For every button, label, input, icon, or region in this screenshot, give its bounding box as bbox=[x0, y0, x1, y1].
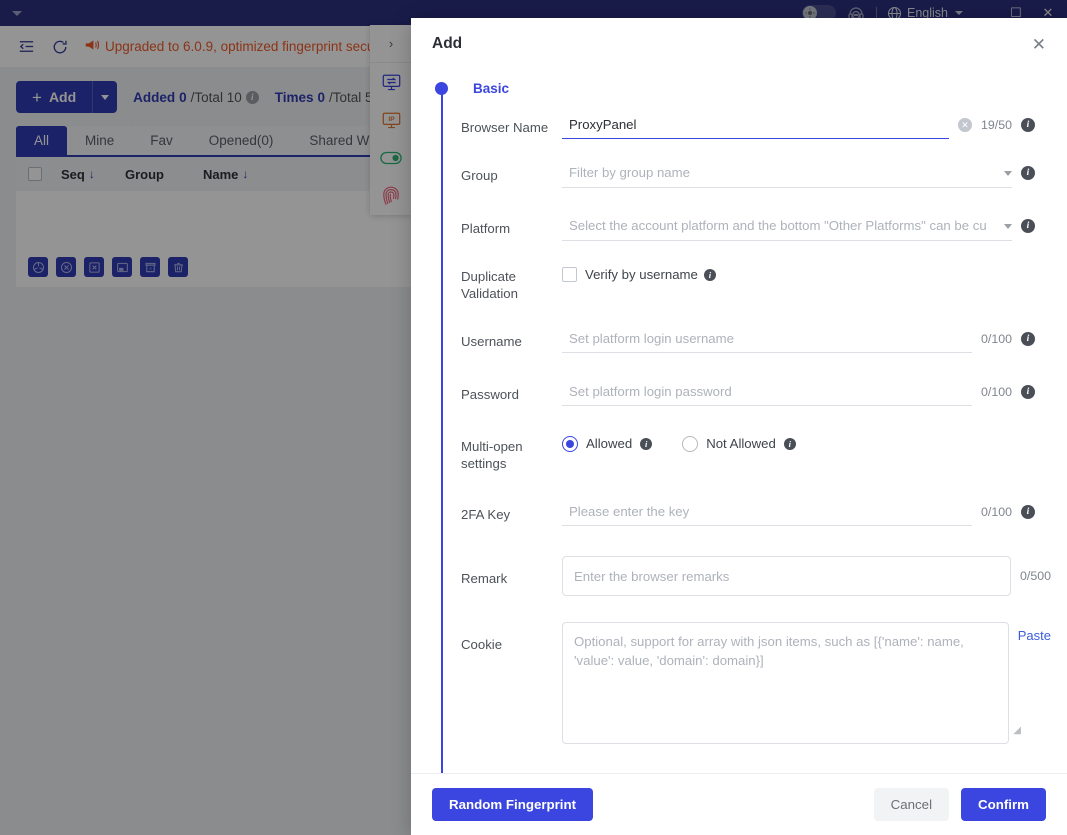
cookie-textarea[interactable] bbox=[562, 622, 1009, 744]
remark-textarea[interactable] bbox=[562, 556, 1011, 596]
char-counter: 0/100 bbox=[981, 505, 1012, 519]
info-icon[interactable]: i bbox=[1021, 385, 1035, 399]
field-2fa-key: 2FA Key 0/100 i bbox=[461, 501, 1067, 526]
clear-circle-icon[interactable]: ✕ bbox=[958, 118, 972, 132]
verify-by-username-row[interactable]: Verify by username i bbox=[562, 263, 716, 282]
field-multi-open-settings: Multi-open settings Allowed i Not Allowe… bbox=[461, 433, 1067, 473]
platform-input[interactable] bbox=[562, 215, 1004, 239]
dialog-body: Basic Browser Name ✕ 19/50 i Group bbox=[411, 70, 1067, 773]
platform-select[interactable] bbox=[562, 215, 1012, 241]
twofa-key-input[interactable] bbox=[562, 501, 972, 526]
dialog-header: Add ✕ bbox=[411, 18, 1067, 70]
field-label: Browser Name bbox=[461, 114, 562, 136]
field-label: 2FA Key bbox=[461, 501, 562, 523]
field-label: Password bbox=[461, 381, 562, 403]
password-input[interactable] bbox=[562, 381, 972, 406]
info-icon[interactable]: i bbox=[1021, 332, 1035, 346]
field-label: Group bbox=[461, 162, 562, 184]
radio-not-allowed[interactable]: Not Allowed i bbox=[682, 436, 796, 452]
chevron-down-icon[interactable] bbox=[1004, 171, 1012, 176]
radio-allowed-input[interactable] bbox=[562, 436, 578, 452]
section-timeline: Basic bbox=[431, 82, 453, 773]
field-username: Username 0/100 i bbox=[461, 328, 1067, 353]
info-icon[interactable]: i bbox=[1021, 505, 1035, 519]
field-label: Platform bbox=[461, 215, 562, 237]
radio-allowed-label: Allowed bbox=[586, 436, 632, 451]
group-select[interactable] bbox=[562, 162, 1012, 188]
info-icon[interactable]: i bbox=[1021, 219, 1035, 233]
char-counter: 0/100 bbox=[981, 332, 1012, 346]
char-counter: 0/100 bbox=[981, 385, 1012, 399]
field-label: Cookie bbox=[461, 622, 562, 653]
verify-by-username-checkbox[interactable] bbox=[562, 267, 577, 282]
info-icon[interactable]: i bbox=[1021, 166, 1035, 180]
confirm-button[interactable]: Confirm bbox=[961, 788, 1046, 821]
field-group: Group i bbox=[461, 162, 1067, 188]
field-label: Duplicate Validation bbox=[461, 263, 562, 303]
dialog-footer: Random Fingerprint Cancel Confirm bbox=[411, 773, 1067, 835]
add-browser-form: Browser Name ✕ 19/50 i Group i bbox=[411, 70, 1067, 744]
close-icon[interactable]: ✕ bbox=[1032, 36, 1046, 53]
field-cookie: Cookie Paste ◢ bbox=[461, 622, 1067, 744]
browser-name-input[interactable] bbox=[562, 114, 949, 139]
info-icon[interactable]: i bbox=[704, 269, 716, 281]
radio-allowed[interactable]: Allowed i bbox=[562, 436, 652, 452]
group-input[interactable] bbox=[562, 162, 1004, 186]
timeline-line bbox=[441, 94, 443, 773]
checkbox-label-wrap: Verify by username i bbox=[585, 267, 716, 282]
add-browser-dialog: Add ✕ Basic Browser Name ✕ 19/50 i Group bbox=[411, 18, 1067, 835]
checkbox-label: Verify by username bbox=[585, 267, 698, 282]
chevron-down-icon[interactable] bbox=[1004, 224, 1012, 229]
paste-cookie-button[interactable]: Paste bbox=[1018, 628, 1051, 643]
char-counter: 19/50 bbox=[981, 118, 1012, 132]
section-basic-label: Basic bbox=[473, 81, 509, 96]
field-label: Multi-open settings bbox=[461, 433, 562, 473]
char-counter: 0/500 bbox=[1020, 569, 1051, 583]
field-duplicate-validation: Duplicate Validation Verify by username … bbox=[461, 263, 1067, 303]
field-platform: Platform i bbox=[461, 215, 1067, 241]
cancel-button[interactable]: Cancel bbox=[874, 788, 949, 821]
random-fingerprint-button[interactable]: Random Fingerprint bbox=[432, 788, 593, 821]
field-label: Remark bbox=[461, 556, 562, 587]
info-icon[interactable]: i bbox=[640, 438, 652, 450]
info-icon[interactable]: i bbox=[784, 438, 796, 450]
username-input[interactable] bbox=[562, 328, 972, 353]
multi-open-radio-group: Allowed i Not Allowed i bbox=[562, 433, 796, 452]
field-browser-name: Browser Name ✕ 19/50 i bbox=[461, 114, 1067, 139]
dialog-title: Add bbox=[432, 35, 462, 53]
field-label: Username bbox=[461, 328, 562, 350]
field-remark: Remark 0/500 bbox=[461, 556, 1067, 596]
radio-not-allowed-label: Not Allowed bbox=[706, 436, 776, 451]
radio-not-allowed-input[interactable] bbox=[682, 436, 698, 452]
field-password: Password 0/100 i bbox=[461, 381, 1067, 406]
info-icon[interactable]: i bbox=[1021, 118, 1035, 132]
resize-handle-icon[interactable]: ◢ bbox=[1013, 725, 1021, 736]
